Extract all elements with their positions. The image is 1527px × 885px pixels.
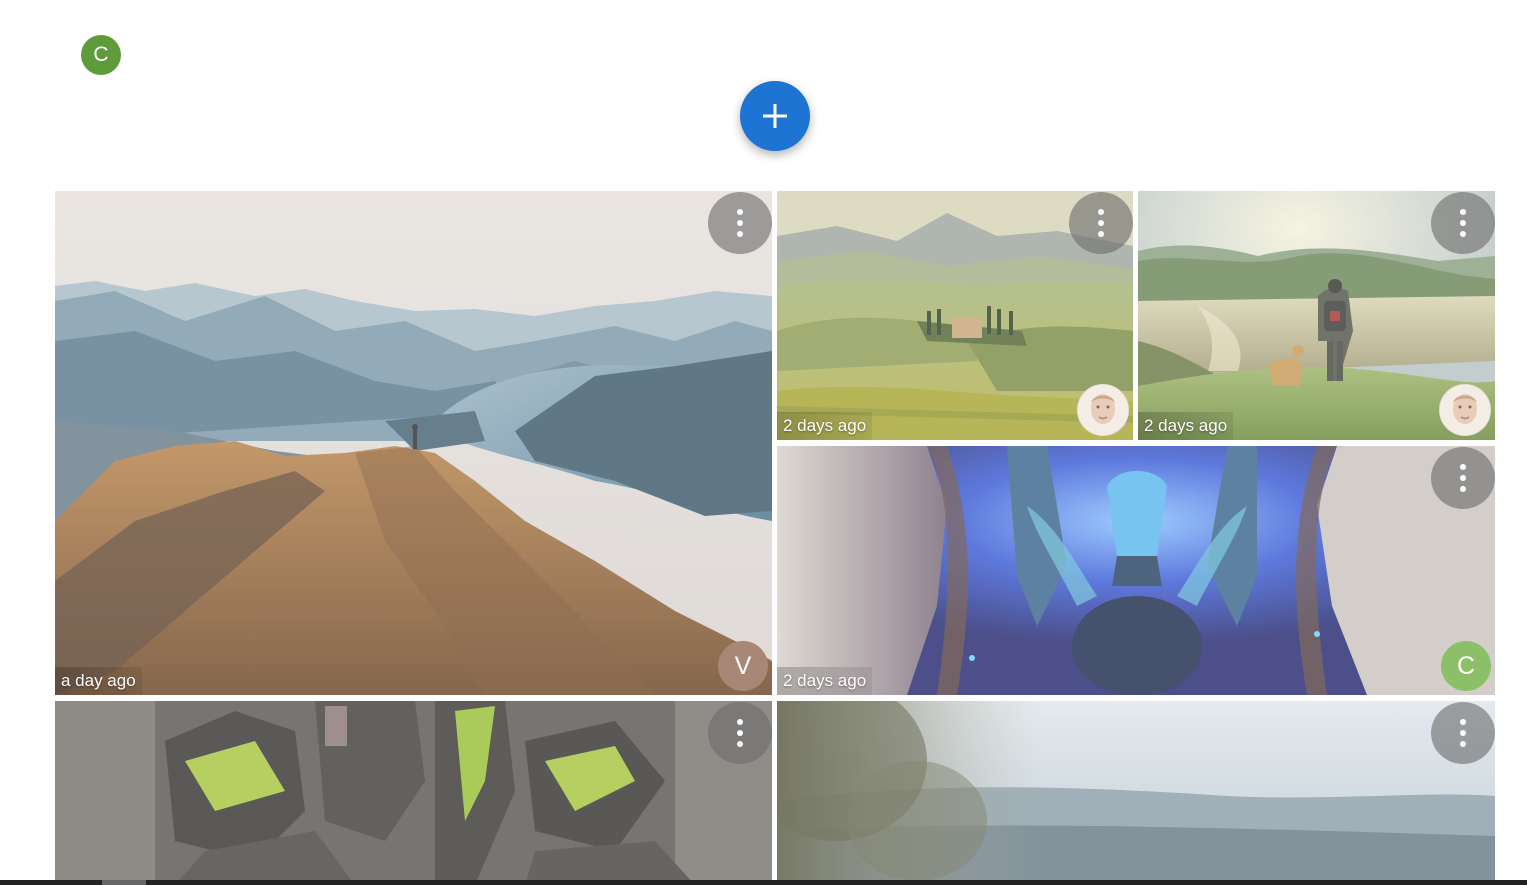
more-vert-icon — [737, 719, 743, 747]
more-vert-icon — [737, 209, 743, 237]
user-avatar[interactable]: C — [81, 35, 121, 75]
more-options-button[interactable] — [1431, 702, 1495, 764]
photo-tile[interactable]: 2 days ago — [1138, 191, 1495, 440]
time-label: 2 days ago — [777, 412, 873, 440]
owner-avatar[interactable]: V — [718, 641, 768, 691]
more-vert-icon — [1460, 209, 1466, 237]
user-avatar-letter: C — [93, 43, 109, 66]
time-label: 2 days ago — [1138, 412, 1234, 440]
photo-mountain-ridge-lake — [55, 191, 772, 695]
more-options-button[interactable] — [708, 192, 772, 254]
owner-avatar[interactable]: C — [1441, 641, 1491, 691]
more-options-button[interactable] — [1431, 192, 1495, 254]
photo-tile[interactable] — [777, 701, 1495, 885]
user-photo-icon — [1078, 385, 1128, 435]
add-photo-button[interactable] — [740, 81, 810, 151]
owner-avatar[interactable] — [1077, 384, 1129, 436]
more-vert-icon — [1460, 464, 1466, 492]
more-vert-icon — [1098, 209, 1104, 237]
photo-tile[interactable]: 2 days ago — [777, 191, 1133, 440]
user-photo-icon — [1440, 385, 1490, 435]
owner-avatar[interactable] — [1439, 384, 1491, 436]
owner-avatar-letter: V — [734, 651, 752, 680]
more-options-button[interactable] — [1431, 447, 1495, 509]
time-label: 2 days ago — [777, 667, 873, 695]
photo-tile[interactable]: a day ago V — [55, 191, 772, 695]
more-options-button[interactable] — [1069, 192, 1133, 254]
photo-tile[interactable] — [55, 701, 772, 885]
more-vert-icon — [1460, 719, 1466, 747]
time-label: a day ago — [55, 667, 142, 695]
horizontal-scrollbar[interactable] — [0, 880, 1527, 885]
owner-avatar-letter: C — [1456, 651, 1476, 680]
more-options-button[interactable] — [708, 702, 772, 764]
photo-green-armor-closeup — [55, 701, 772, 885]
gallery-page: C a day ago V 2 days ago 2 days ago 2 da… — [0, 0, 1527, 885]
scrollbar-thumb[interactable] — [102, 880, 146, 885]
photo-blurred-landscape — [777, 701, 1495, 885]
plus-icon — [763, 104, 787, 128]
photo-blue-crystal-artwork — [777, 446, 1495, 695]
photo-tile[interactable]: 2 days ago C — [777, 446, 1495, 695]
